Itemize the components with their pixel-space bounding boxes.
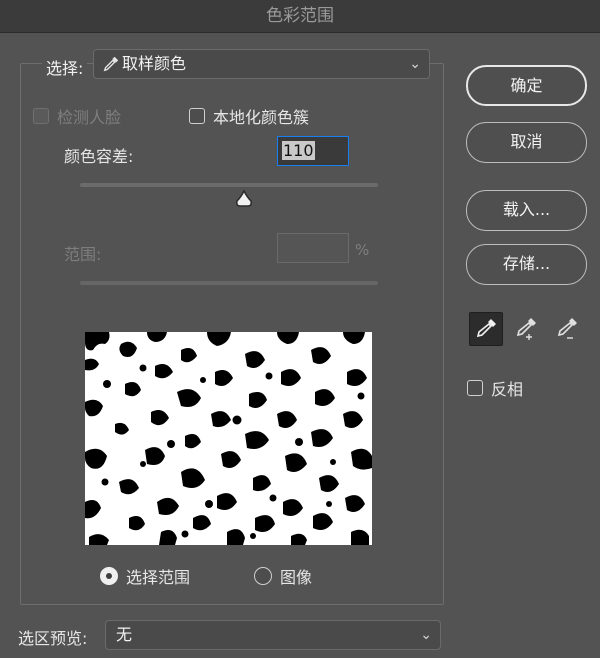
eyedropper-icon [103,56,119,72]
fuzziness-value: 110 [282,141,315,160]
fuzziness-slider-thumb[interactable] [234,189,254,209]
image-radio-label: 图像 [280,568,313,587]
range-label: 范围: [64,245,102,264]
eyedropper-minus-icon [557,318,577,339]
selection-radio-label: 选择范围 [126,568,191,587]
fuzziness-label: 颜色容差: [64,147,134,166]
range-slider-track[interactable] [80,281,378,285]
cancel-button[interactable]: 取消 [466,122,587,163]
ok-button[interactable]: 确定 [466,65,587,106]
selection-preview-dropdown[interactable]: 无 ⌄ [105,620,441,650]
fuzziness-slider-track[interactable] [80,183,378,187]
eyedropper-tool[interactable] [469,312,503,346]
range-input[interactable] [277,233,349,263]
save-button[interactable]: 存储... [466,244,587,285]
chevron-down-icon: ⌄ [420,627,432,643]
eyedropper-plus-icon [516,318,536,340]
select-dropdown[interactable]: 取样颜色 ⌄ [93,49,430,79]
invert-label: 反相 [491,380,524,399]
load-button[interactable]: 载入... [466,190,587,231]
detect-faces-checkbox[interactable] [33,108,49,124]
localized-clusters-row: 本地化颜色簇 [189,104,309,128]
selection-preview-value: 无 [116,625,133,644]
eyedropper-plus-tool[interactable] [510,312,544,346]
selection-preview-label: 选区预览: [18,629,88,648]
invert-checkbox[interactable] [467,380,483,396]
detect-faces-label: 检测人脸 [57,108,122,127]
localized-clusters-label: 本地化颜色簇 [213,108,310,127]
invert-row: 反相 [467,376,523,400]
view-option-image[interactable]: 图像 [254,564,312,588]
selection-preview-image [85,332,372,545]
selection-radio[interactable] [100,567,118,585]
detect-faces-row: 检测人脸 [33,104,121,128]
range-unit: % [355,241,370,259]
window-title: 色彩范围 [0,0,600,33]
view-option-selection[interactable]: 选择范围 [100,564,190,588]
select-label: 选择: [42,55,88,79]
select-value: 取样颜色 [122,54,187,73]
chevron-down-icon: ⌄ [409,56,421,72]
fuzziness-input[interactable]: 110 [277,136,349,166]
localized-clusters-checkbox[interactable] [189,108,205,124]
eyedropper-icon [476,319,496,338]
eyedropper-minus-tool[interactable] [551,312,585,346]
image-radio[interactable] [254,567,272,585]
